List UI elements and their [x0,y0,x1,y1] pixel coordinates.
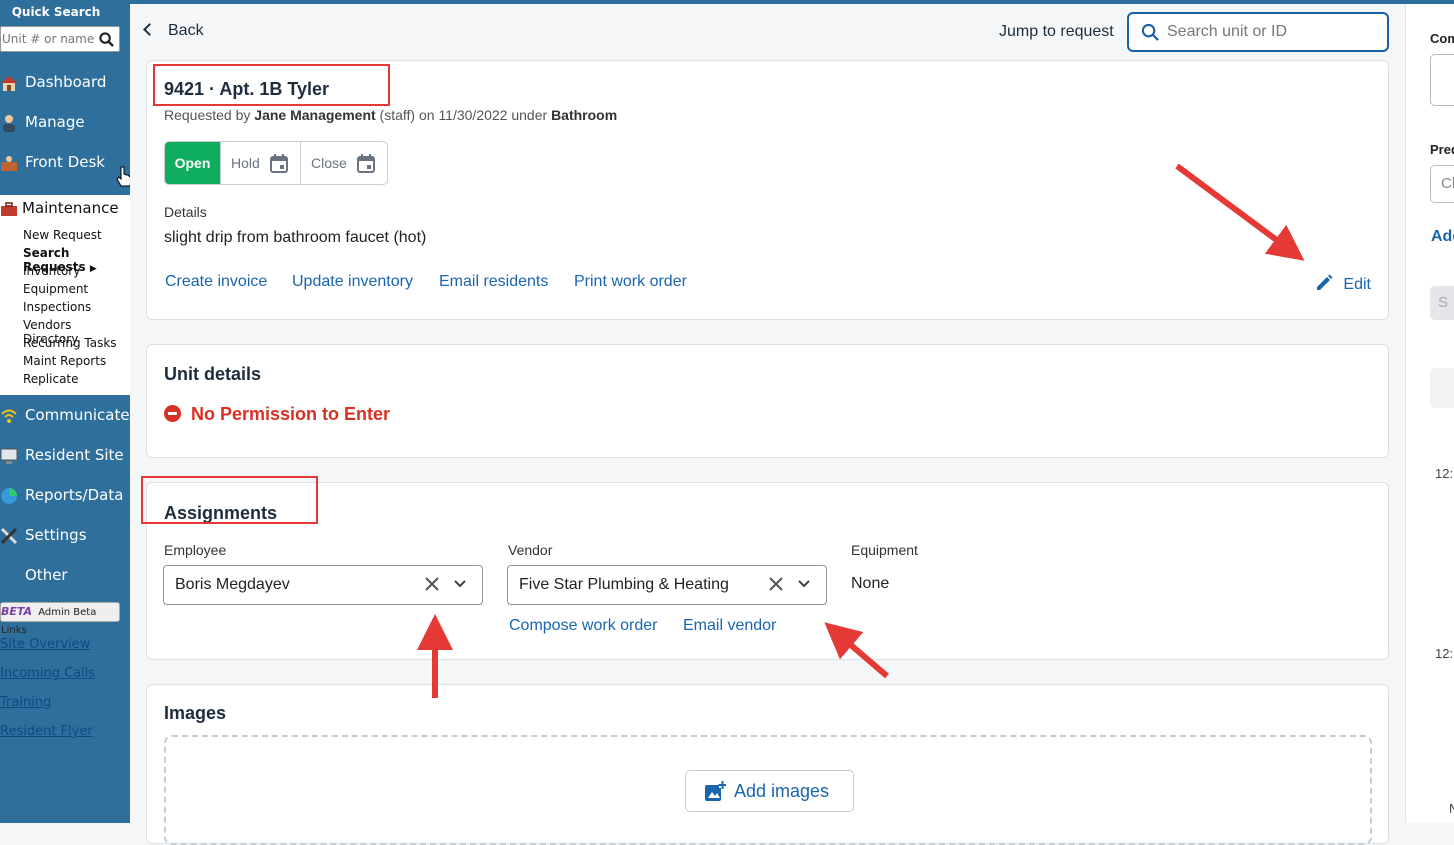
link-resident-flyer[interactable]: Resident Flyer [0,724,93,739]
right-panel-time-1: 12: [1435,466,1454,481]
house-icon [1,76,17,91]
nav-front-desk-label: Front Desk [25,153,105,171]
wifi-icon [1,409,17,423]
right-panel-placeholder-block [1430,368,1454,408]
nav-other-label: Other [25,566,68,584]
beta-badge: BETA [1,605,33,618]
right-panel-label-comment: Com [1430,31,1454,46]
arrow-to-vendor-actions [824,622,889,679]
quick-search-title: Quick Search [11,5,101,19]
nav-other[interactable]: Other [0,563,130,587]
monitor-icon [0,448,18,464]
link-training[interactable]: Training [0,695,51,710]
sidebar-item-maint-reports[interactable]: Maint Reports [23,354,106,368]
pie-chart-icon [1,488,17,504]
sidebar-item-recurring-tasks[interactable]: Recurring Tasks [23,336,117,350]
nav-front-desk[interactable]: Front Desk [0,150,130,174]
nav-manage[interactable]: Manage [0,110,130,134]
arrow-to-edit [1175,163,1305,261]
sidebar-item-new-request[interactable]: New Request [23,228,102,242]
toolbox-icon [1,202,17,216]
admin-beta-links-button[interactable]: BETA Admin Beta Links [0,602,120,636]
nav-reports-data-label: Reports/Data [25,486,124,504]
sidebar: Quick Search Unit # or name Dashboard Ma… [0,0,132,823]
sidebar-item-equipment[interactable]: Equipment [23,282,88,296]
right-panel-button-label: S [1438,294,1449,311]
person-icon [3,115,15,132]
right-panel-time-2: 12: [1435,646,1454,661]
nav-settings-label: Settings [25,526,87,544]
nav-dashboard[interactable]: Dashboard [0,70,130,94]
right-panel-label-pred: Pred [1430,142,1454,157]
right-panel-textarea[interactable] [1430,54,1454,106]
nav-settings[interactable]: Settings [0,523,130,547]
right-panel-button[interactable]: S [1430,286,1454,320]
nav-reports-data[interactable]: Reports/Data [0,483,130,507]
right-panel-add-link[interactable]: Add [1431,228,1454,246]
nav-resident-site-label: Resident Site [25,446,124,464]
quick-search-input[interactable]: Unit # or name [0,26,120,52]
sidebar-item-replicate[interactable]: Replicate [23,372,79,386]
right-panel: Com Pred Ch Add S 12: 12: N [1405,4,1454,823]
nav-dashboard-label: Dashboard [25,73,107,91]
sidebar-item-inspections[interactable]: Inspections [23,300,91,314]
maintenance-title[interactable]: Maintenance [22,199,119,217]
caret-right-icon: ▶ [89,264,97,274]
right-panel-time-3: N [1449,801,1454,816]
annotation-arrows [417,163,1305,698]
nav-communicate-label: Communicate [25,406,130,424]
link-site-overview[interactable]: Site Overview [0,637,90,652]
maintenance-section: Maintenance New Request Search Requests … [0,195,130,395]
desk-icon [1,156,17,171]
quick-search-placeholder: Unit # or name [2,32,95,46]
right-panel-select-text: Ch [1441,175,1454,192]
nav-communicate[interactable]: Communicate [0,403,130,427]
search-icon[interactable] [99,32,114,47]
main-content: Back Jump to request Search unit or ID 9… [130,4,1405,845]
tools-icon [0,527,18,545]
link-incoming-calls[interactable]: Incoming Calls [0,666,95,681]
nav-resident-site[interactable]: Resident Site [0,443,130,467]
sidebar-item-inventory[interactable]: Inventory [23,264,80,278]
right-panel-select[interactable]: Ch [1430,165,1454,203]
nav-manage-label: Manage [25,113,85,131]
